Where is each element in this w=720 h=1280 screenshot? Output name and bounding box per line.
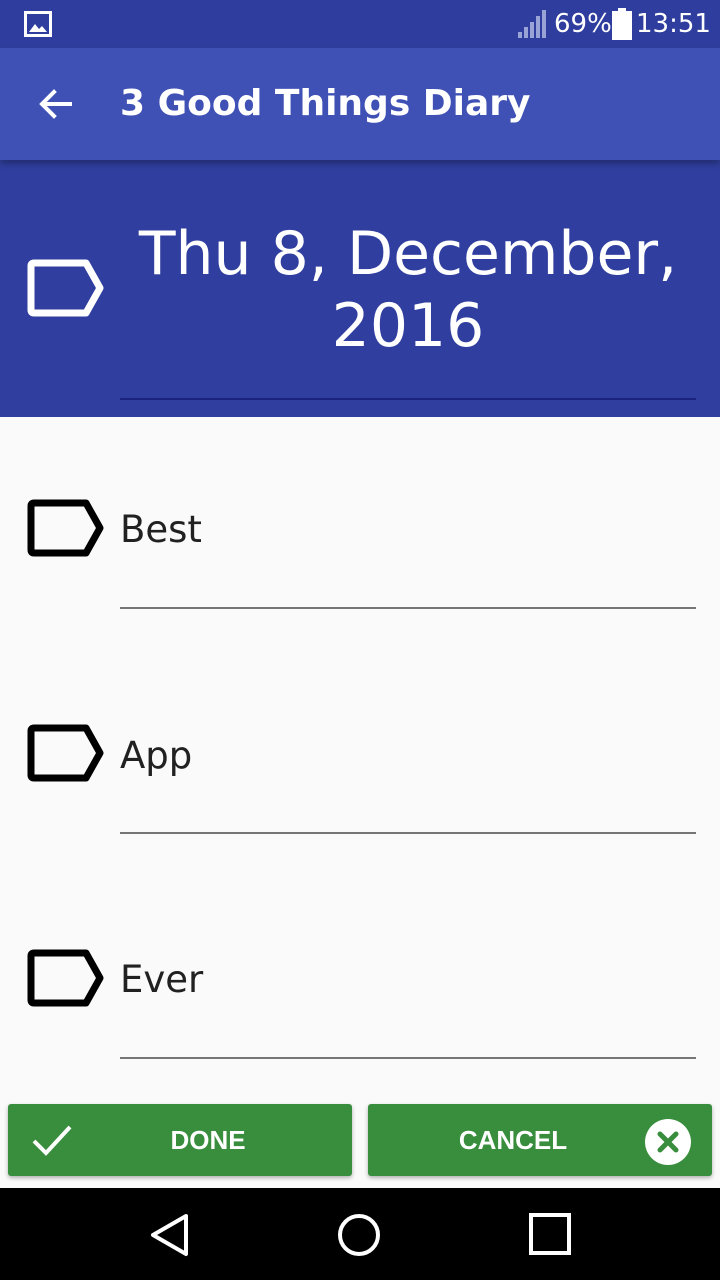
entry-input-3[interactable]: Ever [120,958,203,1002]
done-label: DONE [170,1125,246,1155]
entry-input-2[interactable]: App [120,734,192,778]
battery-percent: 69% [554,9,612,39]
entry-underline-3 [120,1057,696,1059]
cancel-button[interactable]: CANCEL [368,1104,712,1176]
done-button[interactable]: DONE [8,1104,352,1176]
cancel-label: CANCEL [458,1125,568,1155]
tag-icon [27,499,104,557]
arrow-back-icon[interactable] [36,84,76,124]
app-bar: 3 Good Things Diary [0,48,720,160]
entry-input-1[interactable]: Best [120,508,202,552]
recents-square-icon[interactable] [528,1212,572,1256]
date-line-2: 2016 [331,291,485,361]
battery-icon [612,8,632,40]
back-triangle-icon[interactable] [148,1212,192,1258]
tag-icon [27,259,104,317]
signal-icon [518,10,546,38]
close-circle-icon [645,1119,691,1165]
clock: 13:51 [636,9,711,39]
home-circle-icon[interactable] [336,1212,382,1258]
status-bar: 69% 13:51 [0,0,720,48]
nav-bar [0,1188,720,1280]
tag-icon [27,724,104,782]
date-input[interactable]: Thu 8, December, 2016 [120,218,696,362]
date-underline [120,398,696,400]
entry-underline-2 [120,832,696,834]
app-title: 3 Good Things Diary [120,83,531,124]
date-line-1: Thu 8, December, [138,219,678,289]
image-icon [24,11,52,37]
entry-underline-1 [120,607,696,609]
tag-icon [27,949,104,1007]
